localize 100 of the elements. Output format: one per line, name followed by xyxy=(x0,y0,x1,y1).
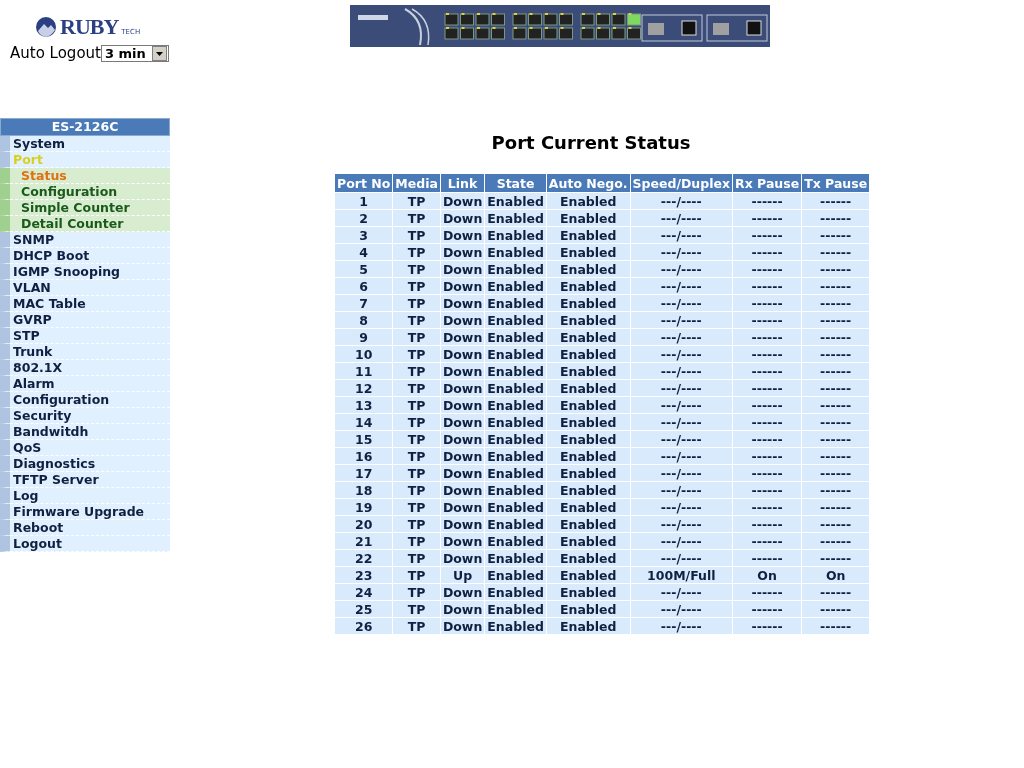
auto-logout-label: Auto Logout xyxy=(10,44,101,62)
table-cell: Enabled xyxy=(546,516,630,532)
table-cell: 2 xyxy=(335,210,393,226)
table-cell: TP xyxy=(393,346,440,362)
table-cell: Enabled xyxy=(546,193,630,209)
menu-item[interactable]: Alarm xyxy=(0,376,170,392)
table-cell: ------ xyxy=(733,465,802,481)
table-cell: Enabled xyxy=(546,346,630,362)
table-cell: ------ xyxy=(802,193,870,209)
table-cell: ------ xyxy=(802,448,870,464)
table-cell: Enabled xyxy=(485,329,546,345)
column-header: Media xyxy=(393,174,440,192)
table-cell: Down xyxy=(440,414,485,430)
table-cell: Down xyxy=(440,329,485,345)
table-cell: ---/---- xyxy=(630,482,733,498)
menu-item[interactable]: QoS xyxy=(0,440,170,456)
table-cell: Enabled xyxy=(546,329,630,345)
table-cell: ------ xyxy=(733,363,802,379)
table-cell: ------ xyxy=(802,482,870,498)
table-cell: Enabled xyxy=(546,550,630,566)
column-header: Tx Pause xyxy=(802,174,870,192)
table-cell: 4 xyxy=(335,244,393,260)
table-cell: ------ xyxy=(802,278,870,294)
table-cell: Enabled xyxy=(546,465,630,481)
menu-item[interactable]: TFTP Server xyxy=(0,472,170,488)
table-cell: ------ xyxy=(733,312,802,328)
table-cell: Enabled xyxy=(546,618,630,634)
table-cell: ---/---- xyxy=(630,397,733,413)
table-cell: ------ xyxy=(733,414,802,430)
table-cell: Down xyxy=(440,380,485,396)
table-cell: ---/---- xyxy=(630,329,733,345)
table-cell: ------ xyxy=(733,380,802,396)
menu-item[interactable]: SNMP xyxy=(0,232,170,248)
table-cell: TP xyxy=(393,244,440,260)
submenu-item[interactable]: Detail Counter xyxy=(0,216,170,232)
menu-item[interactable]: DHCP Boot xyxy=(0,248,170,264)
table-cell: TP xyxy=(393,295,440,311)
table-cell: ------ xyxy=(733,346,802,362)
table-cell: ---/---- xyxy=(630,261,733,277)
table-cell: TP xyxy=(393,431,440,447)
table-cell: TP xyxy=(393,397,440,413)
table-cell: ------ xyxy=(733,244,802,260)
menu-item[interactable]: Logout xyxy=(0,536,170,552)
table-cell: Enabled xyxy=(546,363,630,379)
table-cell: Enabled xyxy=(485,193,546,209)
menu-item[interactable]: VLAN xyxy=(0,280,170,296)
auto-logout-dropdown[interactable]: 3 min xyxy=(100,44,169,62)
table-cell: ------ xyxy=(733,584,802,600)
menu-item[interactable]: Configuration xyxy=(0,392,170,408)
menu-item[interactable]: Reboot xyxy=(0,520,170,536)
table-cell: TP xyxy=(393,499,440,515)
table-cell: Down xyxy=(440,227,485,243)
menu-item[interactable]: Trunk xyxy=(0,344,170,360)
menu-item[interactable]: Bandwitdh xyxy=(0,424,170,440)
table-cell: Enabled xyxy=(485,482,546,498)
table-cell: Enabled xyxy=(546,210,630,226)
table-cell: ------ xyxy=(733,210,802,226)
submenu-item[interactable]: Simple Counter xyxy=(0,200,170,216)
table-cell: 11 xyxy=(335,363,393,379)
menu-item[interactable]: Firmware Upgrade xyxy=(0,504,170,520)
table-cell: ------ xyxy=(802,533,870,549)
table-cell: 3 xyxy=(335,227,393,243)
table-cell: Enabled xyxy=(485,414,546,430)
table-cell: 19 xyxy=(335,499,393,515)
table-cell: ------ xyxy=(802,295,870,311)
menu-item[interactable]: Diagnostics xyxy=(0,456,170,472)
submenu-item[interactable]: Configuration xyxy=(0,184,170,200)
table-cell: TP xyxy=(393,210,440,226)
table-cell: Down xyxy=(440,397,485,413)
menu-item[interactable]: Log xyxy=(0,488,170,504)
table-cell: ---/---- xyxy=(630,618,733,634)
column-header: Speed/Duplex xyxy=(630,174,733,192)
menu-item[interactable]: IGMP Snooping xyxy=(0,264,170,280)
table-cell: Enabled xyxy=(546,414,630,430)
table-cell: Enabled xyxy=(546,482,630,498)
column-header: Port No xyxy=(335,174,393,192)
table-cell: ------ xyxy=(733,278,802,294)
table-cell: Enabled xyxy=(546,584,630,600)
menu-item[interactable]: Security xyxy=(0,408,170,424)
table-cell: ------ xyxy=(802,601,870,617)
table-cell: Down xyxy=(440,482,485,498)
table-cell: Enabled xyxy=(485,584,546,600)
table-cell: Enabled xyxy=(485,516,546,532)
logo-text: RUBY xyxy=(60,14,119,40)
menu-item[interactable]: STP xyxy=(0,328,170,344)
menu-item[interactable]: MAC Table xyxy=(0,296,170,312)
table-cell: Down xyxy=(440,363,485,379)
table-cell: 9 xyxy=(335,329,393,345)
table-cell: Down xyxy=(440,244,485,260)
table-cell: TP xyxy=(393,448,440,464)
table-cell: ---/---- xyxy=(630,363,733,379)
menu-item[interactable]: System xyxy=(0,136,170,152)
menu-item[interactable]: GVRP xyxy=(0,312,170,328)
table-cell: ---/---- xyxy=(630,414,733,430)
table-cell: ------ xyxy=(733,397,802,413)
table-cell: ---/---- xyxy=(630,465,733,481)
table-cell: 24 xyxy=(335,584,393,600)
menu-item[interactable]: 802.1X xyxy=(0,360,170,376)
table-cell: Enabled xyxy=(546,448,630,464)
table-cell: ------ xyxy=(802,618,870,634)
